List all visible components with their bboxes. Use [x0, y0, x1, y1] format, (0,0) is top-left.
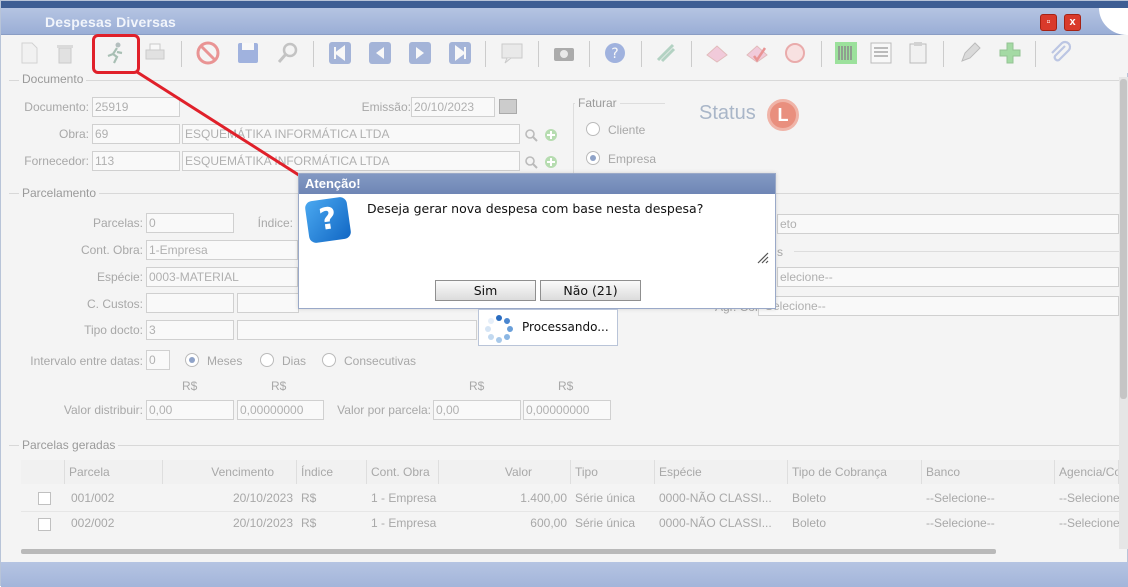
- expense-window: Despesas Diversas ▫ x ? Documento Docume…: [0, 0, 1128, 587]
- spinner-icon: [485, 315, 513, 343]
- processing-label: Processando...: [522, 320, 609, 334]
- yes-button[interactable]: Sim: [435, 280, 536, 301]
- dialog-title: Atenção!: [299, 174, 775, 194]
- confirm-dialog: Atenção! ? Deseja gerar nova despesa com…: [298, 173, 776, 309]
- no-button[interactable]: Não (21): [540, 280, 641, 301]
- resize-grip-icon[interactable]: [755, 250, 769, 264]
- dialog-message: Deseja gerar nova despesa com base nesta…: [367, 201, 704, 216]
- processing-indicator: Processando...: [478, 309, 618, 346]
- question-icon: ?: [304, 196, 352, 244]
